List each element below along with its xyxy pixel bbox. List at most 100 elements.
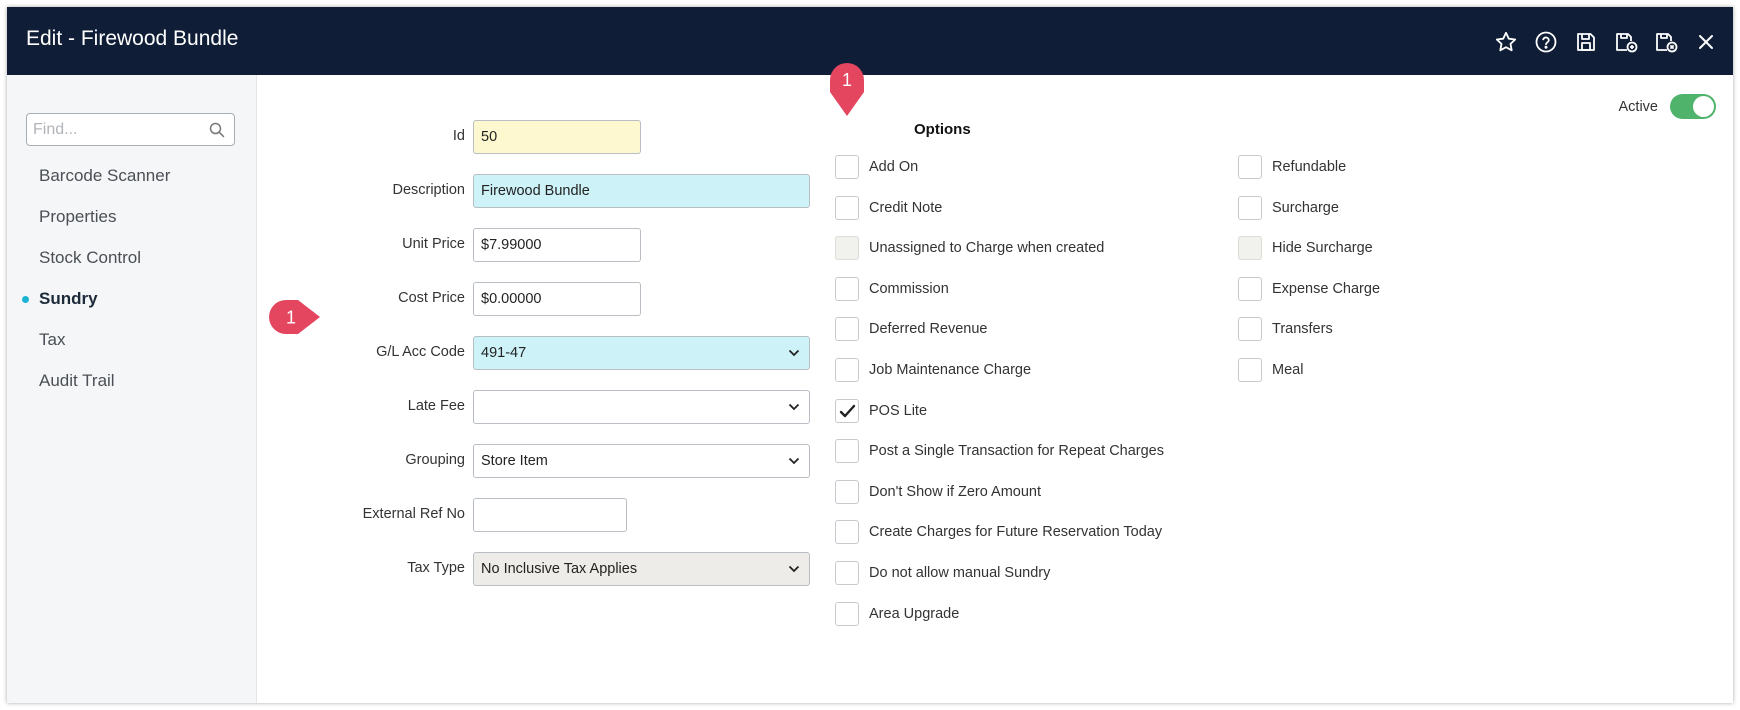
- option-checkbox[interactable]: [835, 317, 859, 342]
- gl-acc-code-label: G/L Acc Code: [376, 344, 465, 360]
- sidebar-item-stock-control[interactable]: Stock Control: [7, 237, 257, 278]
- sidebar-item-properties[interactable]: Properties: [7, 196, 257, 237]
- id-row: Id 50: [257, 120, 857, 154]
- option-job-maintenance-charge[interactable]: Job Maintenance Charge: [835, 357, 1031, 383]
- cost-price-label: Cost Price: [398, 290, 465, 306]
- late-fee-label: Late Fee: [407, 398, 465, 414]
- unit-price-row: Unit Price $7.99000: [257, 228, 857, 262]
- chevron-down-icon: [788, 349, 800, 357]
- sidebar-item-tax[interactable]: Tax: [7, 319, 257, 360]
- sidebar-item-audit-trail[interactable]: Audit Trail: [7, 360, 257, 401]
- option-checkbox[interactable]: [1238, 195, 1262, 220]
- option-checkbox[interactable]: [835, 276, 859, 301]
- sidebar-item-label: Sundry: [39, 288, 98, 308]
- option-checkbox[interactable]: [835, 195, 859, 220]
- option-surcharge[interactable]: Surcharge: [1238, 195, 1339, 221]
- option-unassigned-to-charge-when-created[interactable]: Unassigned to Charge when created: [835, 235, 1104, 261]
- gl-acc-code-row: G/L Acc Code 491-47: [257, 336, 857, 370]
- option-checkbox[interactable]: [835, 439, 859, 464]
- window-title: Edit - Firewood Bundle: [26, 27, 239, 50]
- id-field[interactable]: 50: [473, 120, 641, 154]
- option-add-on[interactable]: Add On: [835, 154, 918, 180]
- option-checkbox[interactable]: [835, 479, 859, 504]
- external-ref-no-field[interactable]: [473, 498, 627, 532]
- option-create-charges-for-future-reservation-today[interactable]: Create Charges for Future Reservation To…: [835, 519, 1162, 545]
- option-expense-charge[interactable]: Expense Charge: [1238, 276, 1380, 302]
- chevron-down-icon: [788, 457, 800, 465]
- option-do-not-allow-manual-sundry[interactable]: Do not allow manual Sundry: [835, 560, 1050, 586]
- external-ref-no-row: External Ref No: [257, 498, 857, 532]
- sidebar-item-label: Stock Control: [39, 247, 142, 267]
- option-area-upgrade[interactable]: Area Upgrade: [835, 601, 959, 627]
- option-checkbox[interactable]: [1238, 276, 1262, 301]
- active-toggle[interactable]: [1670, 94, 1716, 119]
- option-checkbox[interactable]: [835, 561, 859, 585]
- option-label: Credit Note: [869, 199, 943, 216]
- options-title: Options: [914, 121, 971, 138]
- option-checkbox[interactable]: [835, 155, 859, 179]
- option-don-t-show-if-zero-amount[interactable]: Don't Show if Zero Amount: [835, 479, 1041, 505]
- toolbar: [1493, 29, 1719, 55]
- late-fee-select[interactable]: [473, 390, 810, 424]
- grouping-label: Grouping: [405, 452, 465, 468]
- description-row: Description Firewood Bundle: [257, 174, 857, 208]
- tax-type-value: No Inclusive Tax Applies: [481, 561, 638, 577]
- grouping-row: Grouping Store Item: [257, 444, 857, 478]
- option-label: Refundable: [1272, 159, 1347, 175]
- marker-label: 1: [286, 308, 296, 328]
- option-pos-lite[interactable]: POS Lite: [835, 398, 927, 424]
- option-checkbox[interactable]: [835, 601, 859, 626]
- close-icon[interactable]: [1693, 29, 1719, 55]
- option-credit-note[interactable]: Credit Note: [835, 195, 942, 221]
- tax-type-row: Tax Type No Inclusive Tax Applies: [257, 552, 857, 586]
- tax-type-select[interactable]: No Inclusive Tax Applies: [473, 552, 810, 586]
- tax-type-label: Tax Type: [407, 560, 465, 576]
- option-commission[interactable]: Commission: [835, 276, 949, 302]
- find-input[interactable]: [27, 114, 197, 145]
- option-hide-surcharge[interactable]: Hide Surcharge: [1238, 235, 1373, 261]
- option-checkbox[interactable]: [835, 398, 859, 423]
- search-icon[interactable]: [209, 122, 225, 138]
- external-ref-no-label: External Ref No: [362, 506, 465, 522]
- option-checkbox[interactable]: [835, 358, 859, 382]
- save-icon[interactable]: [1573, 29, 1599, 55]
- edit-window: Edit - Firewood Bundle Find... Barcode S…: [7, 7, 1733, 703]
- star-icon[interactable]: [1493, 29, 1519, 55]
- unit-price-label: Unit Price: [402, 236, 465, 252]
- sidebar-item-label: Barcode Scanner: [39, 165, 171, 185]
- id-label: Id: [452, 128, 465, 144]
- option-checkbox[interactable]: [1238, 317, 1262, 342]
- description-field[interactable]: Firewood Bundle: [473, 174, 810, 208]
- option-label: Transfers: [1272, 321, 1333, 338]
- option-label: Don't Show if Zero Amount: [869, 483, 1042, 500]
- cost-price-row: Cost Price $0.00000: [257, 282, 857, 316]
- option-label: Hide Surcharge: [1272, 240, 1373, 257]
- gl-acc-code-select[interactable]: 491-47: [473, 336, 810, 370]
- option-post-a-single-transaction-for-repeat-charges[interactable]: Post a Single Transaction for Repeat Cha…: [835, 438, 1164, 464]
- option-label: Post a Single Transaction for Repeat Cha…: [869, 443, 1164, 460]
- cost-price-field[interactable]: $0.00000: [473, 282, 641, 316]
- description-label: Description: [392, 182, 465, 198]
- option-transfers[interactable]: Transfers: [1238, 316, 1333, 342]
- grouping-select[interactable]: Store Item: [473, 444, 810, 478]
- option-meal[interactable]: Meal: [1238, 357, 1303, 383]
- sidebar-item-barcode-scanner[interactable]: Barcode Scanner: [7, 155, 257, 196]
- option-checkbox[interactable]: [1238, 155, 1262, 179]
- chevron-down-icon: [788, 565, 800, 573]
- unit-price-field[interactable]: $7.99000: [473, 228, 641, 262]
- title-bar: Edit - Firewood Bundle: [7, 7, 1733, 75]
- option-refundable[interactable]: Refundable: [1238, 154, 1346, 180]
- checkmark-icon: [839, 404, 856, 417]
- option-checkbox[interactable]: [835, 520, 859, 545]
- option-checkbox[interactable]: [1238, 358, 1262, 382]
- option-deferred-revenue[interactable]: Deferred Revenue: [835, 316, 988, 342]
- save-add-icon[interactable]: [1613, 29, 1639, 55]
- main-content: Id 50 Description Firewood Bundle Unit P…: [257, 63, 1733, 703]
- grouping-value: Store Item: [481, 453, 548, 469]
- help-icon[interactable]: [1533, 29, 1559, 55]
- option-label: Area Upgrade: [869, 605, 960, 622]
- save-close-icon[interactable]: [1653, 29, 1679, 55]
- sidebar-item-sundry[interactable]: Sundry: [7, 278, 257, 319]
- step-marker-top: 1: [830, 63, 864, 116]
- sidebar: Barcode Scanner Properties Stock Control…: [7, 75, 257, 703]
